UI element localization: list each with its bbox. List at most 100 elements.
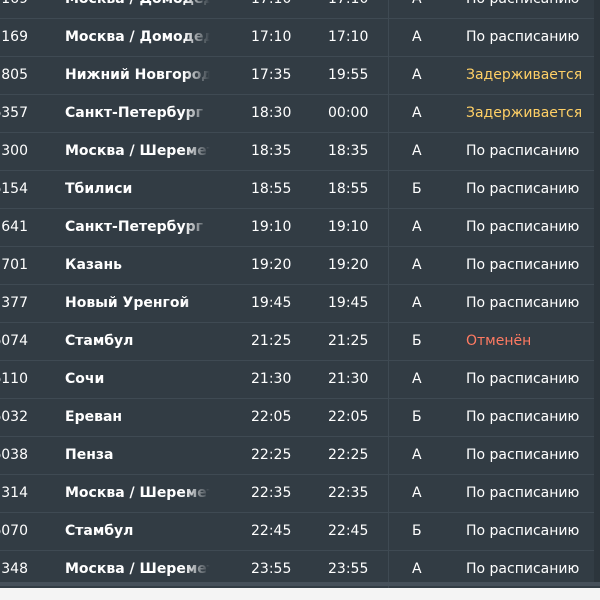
actual-time: 22:05 xyxy=(328,409,369,425)
actual-time: 00:00 xyxy=(328,105,369,121)
scheduled-time: 22:35 xyxy=(251,485,292,501)
actual-time: 17:10 xyxy=(328,29,369,45)
table-row[interactable]: 377 Новый Уренгой 19:45 19:45 А По расписанию xyxy=(0,284,600,322)
terminal: А xyxy=(412,29,422,45)
terminal: А xyxy=(412,295,422,311)
scheduled-time: 19:20 xyxy=(251,257,292,273)
actual-time: 21:30 xyxy=(328,371,369,387)
flight-number: 2169 xyxy=(0,29,28,45)
scheduled-time: 19:45 xyxy=(251,295,292,311)
terminal: Б xyxy=(412,523,422,539)
flight-status: По расписанию xyxy=(466,0,600,18)
terminal: А xyxy=(412,0,432,18)
column-divider xyxy=(388,399,389,436)
destination: Санкт-Петербург xyxy=(65,105,203,121)
scheduled-time: 22:05 xyxy=(251,409,292,425)
flight-number: 377 xyxy=(1,295,28,311)
column-divider xyxy=(388,247,389,284)
bottom-divider xyxy=(0,582,600,586)
flight-status: По расписанию xyxy=(466,295,580,311)
terminal: А xyxy=(412,67,422,83)
terminal: А xyxy=(412,485,422,501)
column-divider xyxy=(388,513,389,550)
destination: Казань xyxy=(65,257,122,273)
flight-number: 2169 xyxy=(0,0,28,18)
destination: Стамбул xyxy=(65,523,134,539)
table-row[interactable]: 2169 Москва / Домодедово 17:10 17:10 А По рас… xyxy=(0,0,600,18)
departures-board: 2169 Москва / Домодедово 17:10 17:10 А По рас… xyxy=(0,0,600,588)
scheduled-time: 17:10 xyxy=(251,0,311,18)
destination: Тбилиси xyxy=(65,181,133,197)
table-row[interactable]: 6154 Тбилиси 18:55 18:55 Б По расписанию xyxy=(0,170,600,208)
scheduled-time: 17:35 xyxy=(251,67,292,83)
terminal: А xyxy=(412,257,422,273)
destination: Сочи xyxy=(65,371,105,387)
flight-status: По расписанию xyxy=(466,257,580,273)
flight-status: По расписанию xyxy=(466,219,580,235)
flights-table: 2169 Москва / Домодедово 17:10 17:10 А По рас… xyxy=(0,0,600,588)
destination: Пенза xyxy=(65,447,114,463)
flight-status: По расписанию xyxy=(466,447,580,463)
destination: Стамбул xyxy=(65,333,134,349)
actual-time: 19:20 xyxy=(328,257,369,273)
flight-status: По расписанию xyxy=(466,143,580,159)
table-row[interactable]: 6038 Пенза 22:25 22:25 А По расписанию xyxy=(0,436,600,474)
flight-status: Задерживается xyxy=(466,105,583,121)
terminal: А xyxy=(412,447,422,463)
actual-time: 18:35 xyxy=(328,143,369,159)
flight-status: Задерживается xyxy=(466,67,583,83)
column-divider xyxy=(388,19,389,56)
flight-number: 6154 xyxy=(0,181,28,197)
table-row[interactable]: 6110 Сочи 21:30 21:30 А По расписанию xyxy=(0,360,600,398)
table-row[interactable]: 805 Нижний Новгород 17:35 19:55 А Задерживает… xyxy=(0,56,600,94)
terminal: А xyxy=(412,219,422,235)
column-divider xyxy=(388,209,389,246)
destination: Москва / Домодедово xyxy=(65,0,210,18)
column-divider xyxy=(388,361,389,398)
destination: Москва / Шереметьево xyxy=(65,485,210,501)
destination: Нижний Новгород xyxy=(65,67,210,83)
actual-time: 19:55 xyxy=(328,67,369,83)
column-divider xyxy=(388,323,389,360)
destination: Ереван xyxy=(65,409,123,425)
flight-status: По расписанию xyxy=(466,371,580,387)
flight-number: 805 xyxy=(1,67,28,83)
flight-status: По расписанию xyxy=(466,409,580,425)
table-row[interactable]: 1314 Москва / Шереметьево 22:35 22:35 А По ра… xyxy=(0,474,600,512)
scheduled-time: 19:10 xyxy=(251,219,292,235)
table-row[interactable]: 6070 Стамбул 22:45 22:45 Б По расписанию xyxy=(0,512,600,550)
flight-status: По расписанию xyxy=(466,181,580,197)
destination: Санкт-Петербург xyxy=(65,219,203,235)
actual-time: 19:45 xyxy=(328,295,369,311)
actual-time: 17:10 xyxy=(328,0,388,18)
flight-number: 6110 xyxy=(0,371,28,387)
table-row[interactable]: 701 Казань 19:20 19:20 А По расписанию xyxy=(0,246,600,284)
scheduled-time: 18:30 xyxy=(251,105,292,121)
flight-number: 6070 xyxy=(0,523,28,539)
terminal: Б xyxy=(412,409,422,425)
flight-status: По расписанию xyxy=(466,523,580,539)
scheduled-time: 17:10 xyxy=(251,29,292,45)
column-divider xyxy=(388,133,389,170)
table-row[interactable]: 6074 Стамбул 21:25 21:25 Б Отменён xyxy=(0,322,600,360)
table-row[interactable]: 1300 Москва / Шереметьево 18:35 18:35 А По ра… xyxy=(0,132,600,170)
actual-time: 22:25 xyxy=(328,447,369,463)
flight-status: По расписанию xyxy=(466,29,580,45)
actual-time: 22:45 xyxy=(328,523,369,539)
flight-number: 1314 xyxy=(0,485,28,501)
column-divider xyxy=(388,95,389,132)
actual-time: 18:55 xyxy=(328,181,369,197)
destination: Новый Уренгой xyxy=(65,295,190,311)
terminal: А xyxy=(412,143,422,159)
column-divider xyxy=(388,285,389,322)
scrollbar[interactable] xyxy=(594,0,600,582)
terminal: Б xyxy=(412,333,422,349)
flight-number: 701 xyxy=(1,257,28,273)
flight-status: Отменён xyxy=(466,333,532,349)
table-row[interactable]: 641 Санкт-Петербург 19:10 19:10 А По расписан… xyxy=(0,208,600,246)
table-row[interactable]: 6032 Ереван 22:05 22:05 Б По расписанию xyxy=(0,398,600,436)
table-row[interactable]: 6357 Санкт-Петербург 18:30 00:00 А Задерживае… xyxy=(0,94,600,132)
table-row[interactable]: 2169 Москва / Домодедово 17:10 17:10 А По рас… xyxy=(0,18,600,56)
actual-time: 19:10 xyxy=(328,219,369,235)
column-divider xyxy=(388,475,389,512)
